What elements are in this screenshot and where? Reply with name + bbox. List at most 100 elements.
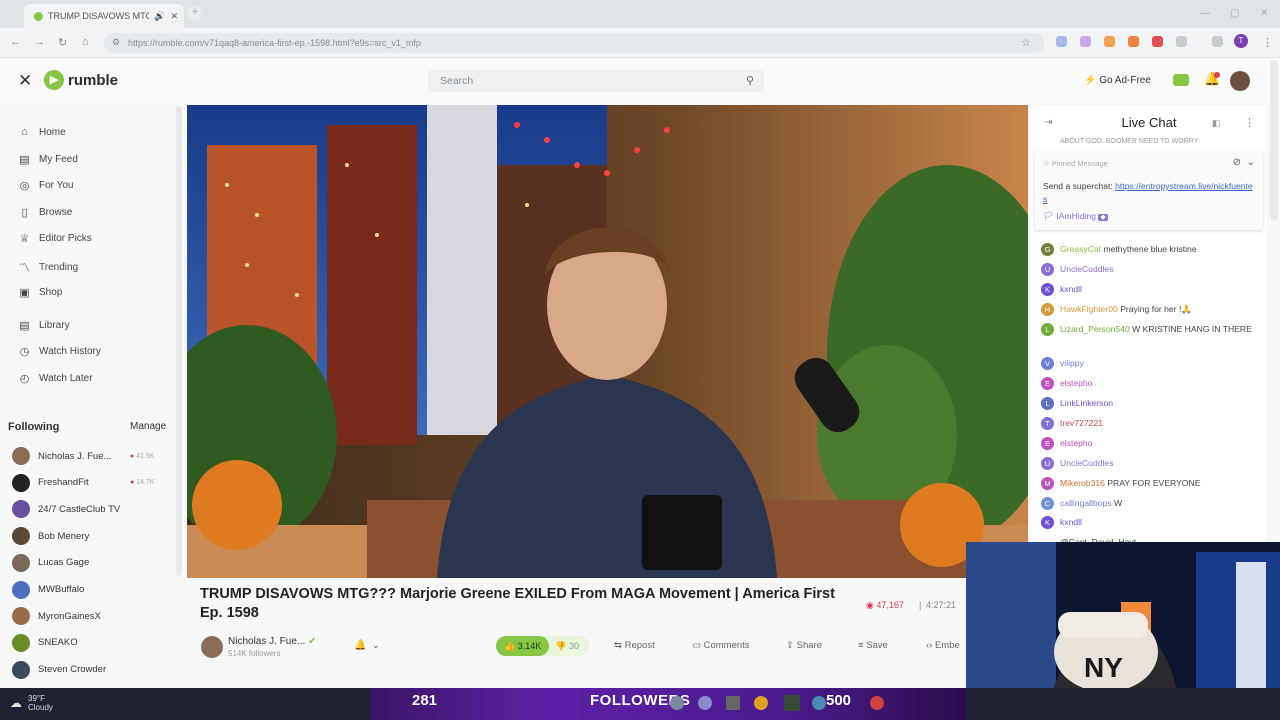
chat-username[interactable]: GreasyCat: [1060, 244, 1101, 254]
embed-button[interactable]: ‹› Embe: [926, 640, 960, 651]
chevron-down-icon[interactable]: ⌄: [372, 640, 380, 651]
hide-pinned-icon[interactable]: ⊘: [1233, 157, 1241, 168]
extensions-puzzle-icon[interactable]: [1176, 36, 1187, 47]
save-button[interactable]: ≡ Save: [858, 640, 888, 651]
minimize-icon[interactable]: —: [1200, 8, 1210, 19]
chat-user-avatar[interactable]: C: [1041, 497, 1054, 510]
sidebar-item-shop[interactable]: ▣ Shop: [18, 286, 62, 299]
home-browser-icon[interactable]: ⌂: [82, 36, 89, 48]
close-window-icon[interactable]: ✕: [1260, 8, 1268, 19]
forward-icon[interactable]: →: [34, 36, 45, 48]
taskbar-app-icon[interactable]: [870, 696, 884, 710]
comments-button[interactable]: ▭ Comments: [692, 640, 750, 651]
chevron-down-icon[interactable]: ⌄: [1247, 157, 1255, 168]
chat-user-avatar[interactable]: L: [1041, 323, 1054, 336]
chat-user-avatar[interactable]: M: [1041, 477, 1054, 490]
sidebar-scrollbar[interactable]: [176, 106, 182, 576]
page-scrollbar[interactable]: [1270, 60, 1278, 220]
sidebar-item-watch-later[interactable]: ◴ Watch Later: [18, 372, 93, 385]
chat-username[interactable]: LinkLinkerson: [1060, 398, 1113, 408]
new-tab-button[interactable]: +: [188, 6, 202, 20]
go-live-camera-icon[interactable]: [1173, 74, 1189, 86]
chat-username[interactable]: HawkFighter00: [1060, 304, 1118, 314]
sidebar-item-browse[interactable]: ▯ Browse: [18, 206, 72, 219]
chat-user-avatar[interactable]: V: [1041, 357, 1054, 370]
extension-icon[interactable]: [1056, 36, 1067, 47]
close-sidebar-icon[interactable]: ✕: [18, 71, 32, 91]
maximize-icon[interactable]: ▢: [1230, 8, 1239, 19]
chat-username[interactable]: Mikerob316: [1060, 478, 1105, 488]
chat-username[interactable]: kxndll: [1060, 284, 1082, 294]
chat-username[interactable]: elstepho: [1060, 438, 1093, 448]
site-info-icon[interactable]: ⚙: [112, 37, 120, 48]
bookmark-star-icon[interactable]: ☆: [1021, 36, 1031, 49]
sidebar-item-home[interactable]: ⌂ Home: [18, 126, 66, 138]
chat-menu-icon[interactable]: ⋮: [1244, 116, 1255, 129]
following-item[interactable]: MyronGainesX: [12, 607, 101, 626]
chat-username[interactable]: trev727221: [1060, 418, 1103, 428]
chat-user-avatar[interactable]: U: [1041, 263, 1054, 276]
following-item[interactable]: Nicholas J. Fue... ● 41.5K: [12, 447, 154, 465]
chat-user-avatar[interactable]: G: [1041, 243, 1054, 256]
search-icon[interactable]: ⚲: [746, 70, 754, 92]
discord-icon[interactable]: [698, 696, 712, 710]
rumble-logo[interactable]: ▶ rumble: [44, 70, 118, 90]
browser-tab[interactable]: TRUMP DISAVOWS MTG??? M 🔊 ✕: [24, 4, 184, 28]
channel-avatar[interactable]: [201, 636, 223, 658]
chat-user-avatar[interactable]: E: [1041, 437, 1054, 450]
following-item[interactable]: Lucas Gage: [12, 553, 89, 572]
chat-user-avatar[interactable]: K: [1041, 516, 1054, 529]
taskbar-app-icon[interactable]: [812, 696, 826, 710]
manage-link[interactable]: Manage: [130, 421, 166, 432]
browser-menu-icon[interactable]: ⋮: [1262, 36, 1273, 49]
chat-user-avatar[interactable]: T: [1041, 417, 1054, 430]
sidebar-item-my-feed[interactable]: ▤ My Feed: [18, 153, 78, 166]
sidebar-item-watch-history[interactable]: ◷ Watch History: [18, 345, 101, 358]
following-item[interactable]: Steven Crowder: [12, 660, 106, 679]
close-tab-icon[interactable]: ✕: [170, 11, 184, 22]
taskbar-app-icon[interactable]: [670, 696, 684, 710]
sidebar-item-editor-picks[interactable]: ♕ Editor Picks: [18, 232, 92, 245]
notify-bell-icon[interactable]: 🔔: [354, 640, 366, 651]
taskbar-app-icon[interactable]: [784, 695, 800, 711]
taskbar-app-icon[interactable]: [726, 696, 740, 710]
chat-user-avatar[interactable]: H: [1041, 303, 1054, 316]
repost-button[interactable]: ⇆ Repost: [614, 640, 655, 651]
dislike-button[interactable]: 👎 30: [549, 641, 579, 652]
extension-icon[interactable]: [1152, 36, 1163, 47]
chat-username[interactable]: elstepho: [1060, 378, 1093, 388]
following-item[interactable]: 24/7 CastleClub TV: [12, 500, 120, 519]
chat-user-avatar[interactable]: L: [1041, 397, 1054, 410]
speaker-icon[interactable]: 🔊: [154, 11, 165, 22]
chat-username[interactable]: Lizard_Person540: [1060, 324, 1130, 334]
weather-widget[interactable]: ☁ 39°F Cloudy: [10, 694, 53, 712]
metamask-icon[interactable]: [1128, 36, 1139, 47]
following-item[interactable]: Bob Menery: [12, 527, 89, 546]
go-ad-free-button[interactable]: ⚡ Go Ad-Free: [1084, 75, 1151, 86]
video-player[interactable]: [187, 105, 1028, 578]
sidebar-item-library[interactable]: ▤ Library: [18, 319, 69, 332]
user-avatar[interactable]: [1230, 71, 1250, 91]
sidebar-item-trending[interactable]: 〽 Trending: [18, 259, 78, 275]
back-icon[interactable]: ←: [10, 36, 21, 48]
url-input[interactable]: https://rumble.com/v71qaq8-america-first…: [104, 33, 1044, 53]
chat-username[interactable]: UncleCuddles: [1060, 458, 1114, 468]
sidebar-item-for-you[interactable]: ◎ For You: [18, 179, 74, 192]
extension-icon[interactable]: [1080, 36, 1091, 47]
search-input[interactable]: Search ⚲: [428, 70, 764, 92]
chat-username[interactable]: callingallbops: [1060, 498, 1112, 508]
chat-user-avatar[interactable]: U: [1041, 457, 1054, 470]
following-item[interactable]: FreshandFit ● 14.7K: [12, 473, 154, 492]
chat-username[interactable]: vilippy: [1060, 358, 1084, 368]
extension-icon[interactable]: [1104, 36, 1115, 47]
chat-popout-icon[interactable]: ◧: [1212, 118, 1221, 129]
channel-name[interactable]: Nicholas J. Fue... ✔: [228, 636, 316, 647]
like-button[interactable]: 👍 3.14K: [496, 636, 550, 656]
chat-username[interactable]: kxndll: [1060, 517, 1082, 527]
chrome-icon[interactable]: [754, 696, 768, 710]
reload-icon[interactable]: ↻: [58, 36, 67, 49]
profile-avatar[interactable]: T: [1234, 34, 1248, 48]
pinned-user[interactable]: 🏳 IAmHiding ◆: [1043, 211, 1108, 222]
chat-user-avatar[interactable]: E: [1041, 377, 1054, 390]
share-button[interactable]: ⇪ Share: [786, 640, 822, 651]
